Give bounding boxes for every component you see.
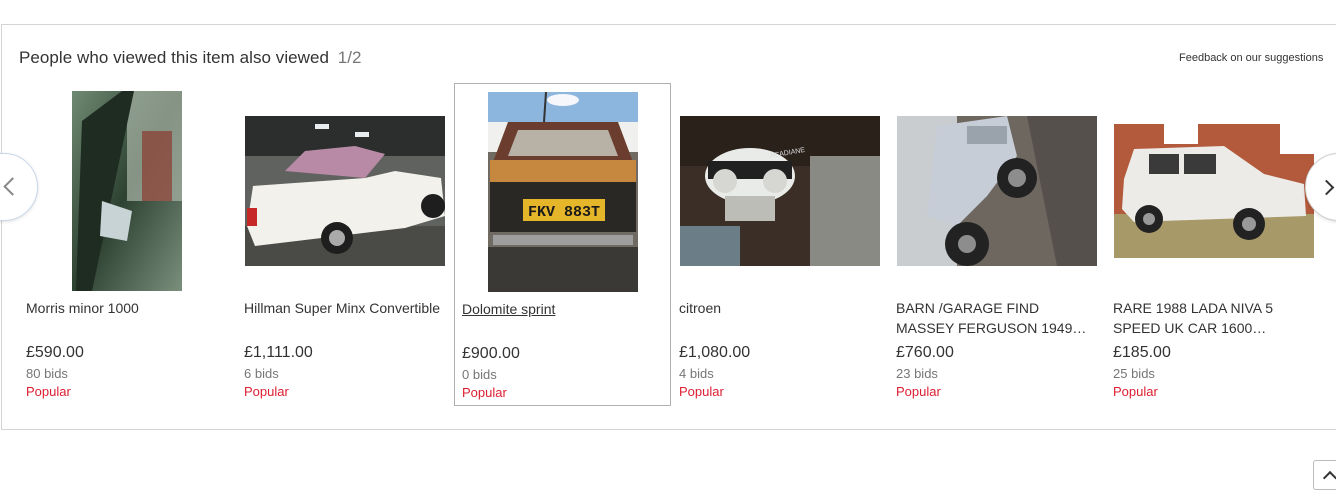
- scroll-to-top-button[interactable]: [1313, 460, 1336, 490]
- item-thumbnail[interactable]: [1114, 91, 1314, 291]
- item-title[interactable]: Dolomite sprint: [462, 299, 662, 319]
- page-indicator: 1/2: [337, 48, 362, 67]
- feedback-link[interactable]: Feedback on our suggestions: [1179, 52, 1323, 64]
- item-thumbnail[interactable]: [245, 91, 445, 291]
- item-card[interactable]: ACADIANE citroen £1,080.00 4 bids Popula…: [672, 83, 889, 406]
- also-viewed-carousel: People who viewed this item also viewed …: [0, 24, 1336, 430]
- item-bids: 0 bids: [462, 367, 497, 382]
- popular-badge: Popular: [244, 384, 289, 399]
- item-price: £760.00: [896, 344, 954, 361]
- citroen-front-upside-down-photo: ACADIANE: [680, 116, 880, 266]
- section-title: People who viewed this item also viewed …: [19, 48, 362, 68]
- item-title[interactable]: RARE 1988 LADA NIVA 5 SPEED UK CAR 1600 …: [1113, 298, 1313, 338]
- item-bids: 6 bids: [244, 366, 279, 381]
- grey-tractor-rotated-photo: [897, 116, 1097, 266]
- item-title[interactable]: citroen: [679, 298, 879, 318]
- orange-car-rear-plate-photo: FKV 883T: [488, 92, 638, 292]
- item-price: £1,080.00: [679, 344, 751, 361]
- item-title[interactable]: Morris minor 1000: [26, 298, 226, 318]
- item-price: £900.00: [462, 345, 520, 362]
- item-card[interactable]: BARN /GARAGE FIND MASSEY FERGUSON 1949 T…: [889, 83, 1106, 406]
- car-interior-window-photo: [72, 91, 182, 291]
- item-bids: 80 bids: [26, 366, 68, 381]
- section-title-text: People who viewed this item also viewed: [19, 48, 329, 67]
- item-title[interactable]: Hillman Super Minx Convertible: [244, 298, 444, 318]
- popular-badge: Popular: [1113, 384, 1158, 399]
- popular-badge: Popular: [896, 384, 941, 399]
- item-thumbnail[interactable]: [897, 91, 1097, 291]
- chevron-up-icon: [1322, 470, 1336, 486]
- plate-text: FKV 883T: [528, 204, 600, 221]
- item-card[interactable]: RARE 1988 LADA NIVA 5 SPEED UK CAR 1600 …: [1106, 83, 1323, 406]
- item-price: £1,111.00: [244, 344, 313, 361]
- item-bids: 4 bids: [679, 366, 714, 381]
- white-lada-niva-photo: [1114, 124, 1314, 258]
- item-price: £185.00: [1113, 344, 1171, 361]
- item-price: £590.00: [26, 344, 84, 361]
- item-card[interactable]: Hillman Super Minx Convertible £1,111.00…: [237, 83, 454, 406]
- item-bids: 25 bids: [1113, 366, 1155, 381]
- item-bids: 23 bids: [896, 366, 938, 381]
- popular-badge: Popular: [679, 384, 724, 399]
- item-thumbnail[interactable]: FKV 883T: [463, 92, 663, 292]
- item-card-selected[interactable]: FKV 883T Dolomite sprint £900.00 0 bids …: [454, 83, 671, 406]
- item-card[interactable]: Morris minor 1000 £590.00 80 bids Popula…: [19, 83, 236, 406]
- popular-badge: Popular: [26, 384, 71, 399]
- popular-badge: Popular: [462, 385, 507, 400]
- chevron-right-icon: [1318, 179, 1335, 196]
- item-title[interactable]: BARN /GARAGE FIND MASSEY FERGUSON 1949 T…: [896, 298, 1096, 338]
- chevron-left-icon: [3, 177, 22, 196]
- white-convertible-pink-roof-photo: [245, 116, 445, 266]
- item-thumbnail[interactable]: ACADIANE: [680, 91, 880, 291]
- item-thumbnail[interactable]: [27, 91, 227, 291]
